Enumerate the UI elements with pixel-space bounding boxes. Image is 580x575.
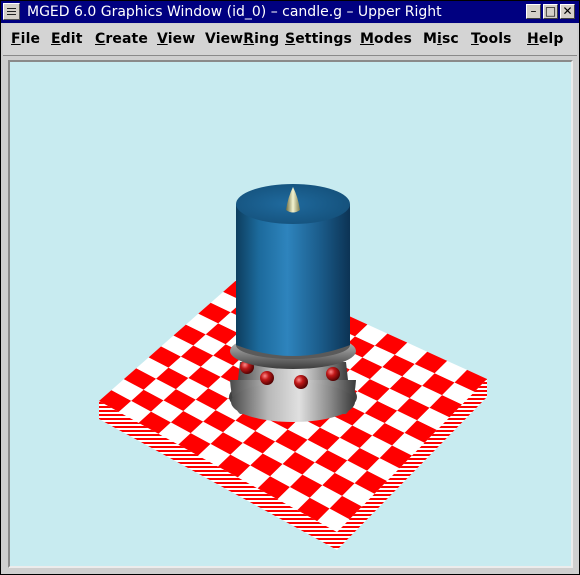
minimize-button[interactable]: – bbox=[526, 4, 541, 19]
bead bbox=[326, 367, 340, 381]
title-bar[interactable]: MGED 6.0 Graphics Window (id_0) – candle… bbox=[1, 1, 579, 23]
menu-create[interactable]: Create bbox=[95, 31, 148, 47]
menu-misc[interactable]: Misc bbox=[423, 31, 459, 47]
candle-scene bbox=[99, 184, 487, 550]
menu-bar: File Edit Create View ViewRing Settings Modes M… bbox=[3, 24, 577, 56]
menu-edit[interactable]: Edit bbox=[51, 31, 83, 47]
close-button[interactable]: ✕ bbox=[560, 4, 575, 19]
graphics-viewport[interactable] bbox=[8, 60, 573, 568]
maximize-button[interactable]: □ bbox=[543, 4, 558, 19]
window-title: MGED 6.0 Graphics Window (id_0) – candle… bbox=[27, 4, 442, 20]
menu-modes[interactable]: Modes bbox=[360, 31, 412, 47]
menu-settings[interactable]: Settings bbox=[285, 31, 352, 47]
menu-viewring[interactable]: ViewRing bbox=[205, 31, 279, 47]
menu-tools[interactable]: Tools bbox=[471, 31, 512, 47]
bead bbox=[294, 375, 308, 389]
menu-view[interactable]: View bbox=[157, 31, 195, 47]
window-menu-icon[interactable] bbox=[3, 3, 20, 20]
mged-graphics-window: MGED 6.0 Graphics Window (id_0) – candle… bbox=[0, 0, 580, 575]
bead bbox=[260, 371, 274, 385]
menu-file[interactable]: File bbox=[11, 31, 40, 47]
menu-help[interactable]: Help bbox=[527, 31, 563, 47]
